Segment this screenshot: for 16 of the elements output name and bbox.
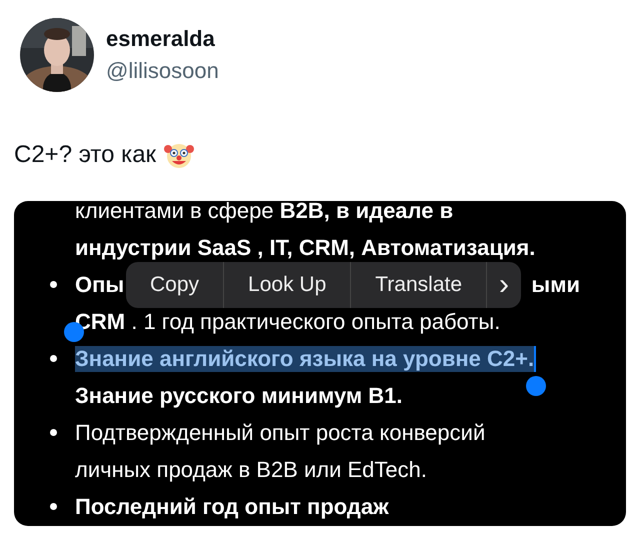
menu-item[interactable]: Translate xyxy=(350,262,486,308)
text-line: Подтвержденный опыт роста конверсий xyxy=(75,420,486,446)
text-fragment: ыми xyxy=(531,272,581,298)
text-fragment: Опы xyxy=(75,272,124,298)
more-button[interactable]: › xyxy=(486,262,522,308)
text-line: личных продаж в B2B или EdTech. xyxy=(75,456,427,482)
text-line: индустрии SaaS , IT, CRM, Автоматизация. xyxy=(75,234,536,260)
text-line: Последний год опыт продаж xyxy=(75,494,389,520)
text-line: Знание русского минимум B1. xyxy=(75,382,403,408)
menu-item[interactable]: Look Up xyxy=(223,262,350,308)
user-name: esmeralda xyxy=(106,26,216,52)
text-line: клиентами в сфере B2B, в идеале в xyxy=(75,201,454,224)
tweet-text: C2+? это как xyxy=(14,141,156,169)
menu-item[interactable]: Copy xyxy=(126,262,224,308)
user-handle: @lilisosoon xyxy=(106,58,219,84)
selection-handle[interactable] xyxy=(526,376,546,396)
